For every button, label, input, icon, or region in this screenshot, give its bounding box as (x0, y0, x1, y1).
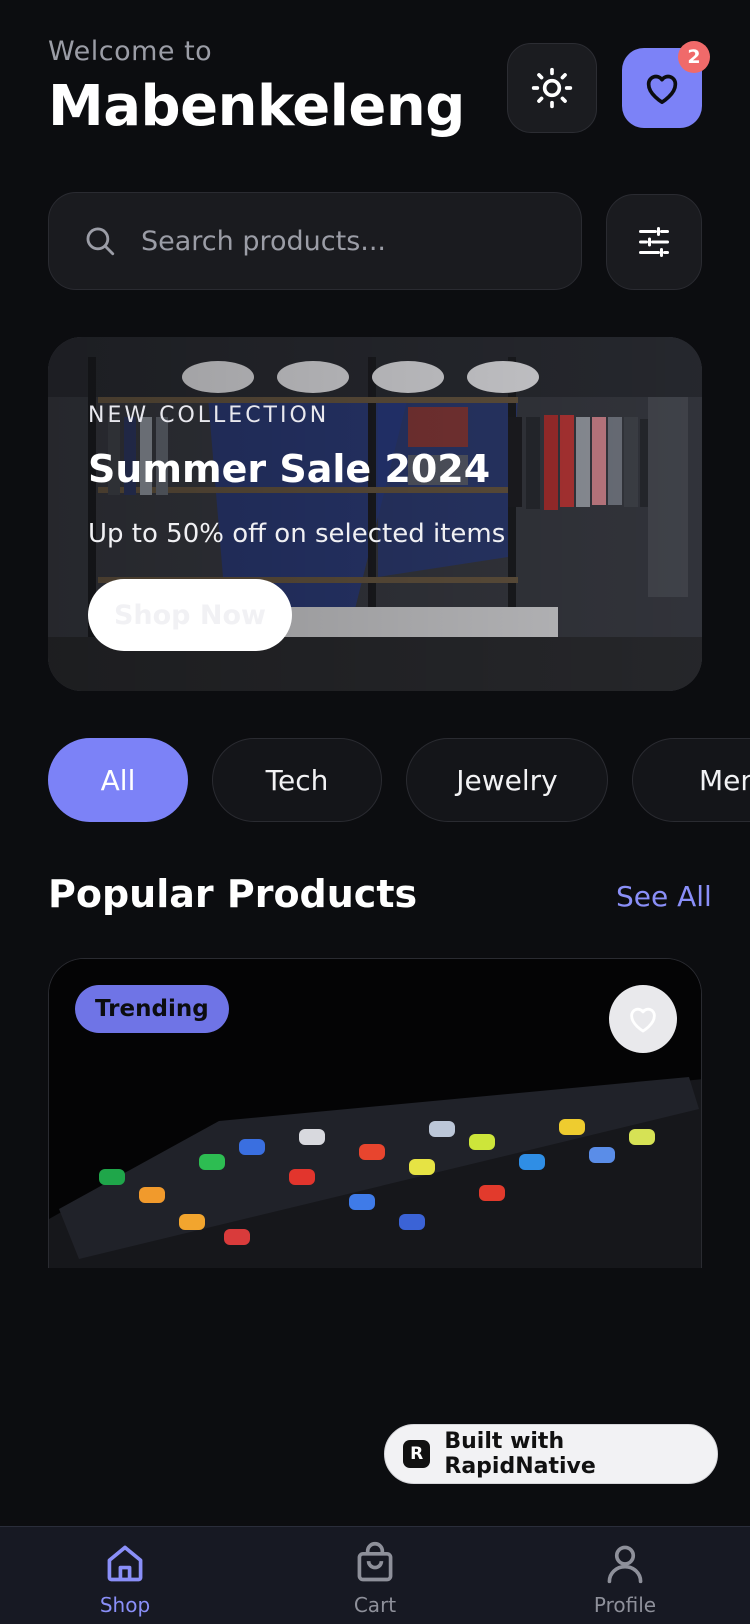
banner-title: Summer Sale 2024 (88, 447, 491, 491)
category-chip-jewelry[interactable]: Jewelry (406, 738, 608, 822)
built-with-badge[interactable]: R Built with RapidNative (384, 1424, 718, 1484)
built-with-label: Built with RapidNative (444, 1429, 596, 1479)
home-icon (107, 1545, 143, 1582)
promo-banner[interactable]: NEW COLLECTION Summer Sale 2024 Up to 50… (48, 337, 702, 691)
favorites-count-badge: 2 (678, 41, 710, 73)
search-input[interactable] (141, 225, 541, 257)
tab-label: Shop (99, 1593, 151, 1617)
shopping-bag-icon (357, 1541, 393, 1582)
tab-shop[interactable]: Shop (45, 1541, 205, 1617)
tab-label: Profile (593, 1593, 657, 1617)
theme-toggle-button[interactable] (507, 43, 597, 133)
tab-profile[interactable]: Profile (545, 1541, 705, 1617)
sun-icon (531, 67, 573, 109)
app-title: Mabenkeleng (48, 74, 465, 139)
search-bar[interactable] (48, 192, 582, 290)
see-all-link[interactable]: See All (616, 880, 712, 913)
section-title: Popular Products (48, 872, 418, 916)
category-chip-tech[interactable]: Tech (212, 738, 382, 822)
banner-subtitle: Up to 50% off on selected items (88, 519, 506, 549)
category-chip-all[interactable]: All (48, 738, 188, 822)
banner-eyebrow: NEW COLLECTION (88, 403, 330, 428)
trending-badge: Trending (75, 985, 229, 1033)
shop-now-button[interactable]: Shop Now (88, 579, 292, 651)
heart-outline-icon (630, 1007, 656, 1033)
product-card[interactable]: Trending (48, 958, 702, 1268)
sliders-icon (639, 227, 669, 257)
filter-button[interactable] (606, 194, 702, 290)
rapidnative-logo-icon: R (403, 1440, 431, 1468)
category-chip-men[interactable]: Men (632, 738, 750, 822)
heart-icon (646, 74, 678, 104)
search-icon (86, 227, 115, 256)
shop-screen: Welcome to Mabenkeleng 2 Search products… (0, 0, 750, 1624)
tab-cart[interactable]: Cart (295, 1541, 455, 1617)
bottom-tab-bar: Shop Cart Profile (0, 1526, 750, 1624)
card-favorite-button[interactable] (609, 985, 677, 1053)
user-icon (607, 1545, 643, 1584)
welcome-text: Welcome to (48, 36, 213, 67)
tab-label: Cart (353, 1593, 397, 1617)
